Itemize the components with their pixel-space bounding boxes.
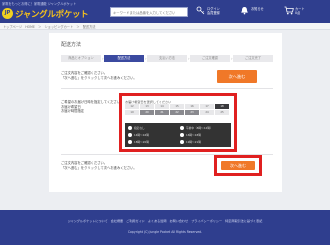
- date-cell-selected[interactable]: 18: [215, 104, 229, 109]
- time-option-label: 14時〜16時: [134, 133, 149, 137]
- datepicker-calendar: 12 13 14 15 16 17 18 19 20 21 22 23 24 2…: [125, 104, 231, 122]
- delivery-datepicker: お届け希望日を選択してください 12 13 14 15 16 17 18 19 …: [119, 93, 237, 152]
- radio-icon[interactable]: [128, 140, 132, 144]
- date-cell[interactable]: 24: [200, 110, 214, 115]
- site-header: 家電をもっとお得に！家電通販 ジャングルポケット JP ジャングルポケット キー…: [0, 0, 330, 24]
- date-cell[interactable]: 17: [200, 104, 214, 109]
- cart-count: 0点: [295, 11, 301, 16]
- step-item: 商品とオプション: [61, 55, 101, 62]
- search-box[interactable]: キーワードまたは品番を入力してください: [110, 7, 188, 24]
- step-item: 支払い方法: [147, 55, 187, 62]
- page: 家電をもっとお得に！家電通販 ジャングルポケット JP ジャングルポケット キー…: [0, 0, 330, 245]
- key-icon: [196, 6, 205, 15]
- divider: [61, 88, 273, 89]
- time-option-label: 18時〜20時: [134, 140, 149, 144]
- checkout-steps: 商品とオプション › 配送方法 › 支払い方法 › ご注文確認 › ご注文完了: [61, 55, 273, 63]
- cart-icon: [284, 6, 294, 15]
- date-cell[interactable]: 16: [185, 104, 199, 109]
- section2-line: お届け希望日: [61, 104, 81, 109]
- next-button-bottom[interactable]: 次へ進む: [221, 161, 255, 170]
- footer-links[interactable]: ジャングルポケットについて 会社概要 ご利用ガイド よくある質問 お問い合わせ …: [0, 218, 330, 223]
- section3-line: 「次へ進む」をクリックして次へお進みください。: [61, 165, 137, 170]
- search-icon[interactable]: [177, 9, 186, 24]
- site-footer: ジャングルポケットについて 会社概要 ご利用ガイド よくある質問 お問い合わせ …: [0, 210, 330, 245]
- time-option[interactable]: 14時〜16時: [128, 132, 178, 138]
- header-nav-label: お知らせ: [251, 7, 264, 11]
- time-option-label: 午前中（8時〜12時）: [186, 126, 213, 130]
- time-option[interactable]: 19時〜21時: [180, 139, 230, 145]
- section1-line: 「次へ進む」をクリックして次へお進みください。: [61, 75, 137, 80]
- page-title: 配送方法: [61, 42, 82, 48]
- next-button-top[interactable]: 次へ進む: [217, 70, 257, 83]
- date-cell[interactable]: 21: [155, 110, 169, 115]
- header-nav-login[interactable]: ログイン 会員登録: [196, 5, 236, 19]
- time-option-label: 16時〜18時: [186, 133, 201, 137]
- section2-line: お届け時間指定: [61, 109, 85, 114]
- copyright: Copyright (C) Jungle Pocket All Rights R…: [127, 230, 203, 234]
- radio-icon[interactable]: [128, 133, 132, 137]
- date-cell[interactable]: 20: [140, 110, 154, 115]
- section1-text: ご注文内容をご確認ください。 「次へ進む」をクリックして次へお進みください。: [61, 71, 137, 80]
- next-button-highlight: 次へ進む: [214, 155, 262, 176]
- time-option-label: 指定なし: [134, 126, 145, 130]
- date-cell[interactable]: 15: [170, 104, 184, 109]
- breadcrumb-bar: トップページ HOME ＞ ショッピングカート ＞ 配送方法: [0, 23, 330, 30]
- date-cell[interactable]: 12: [125, 104, 139, 109]
- time-option[interactable]: 18時〜20時: [128, 139, 178, 145]
- breadcrumb[interactable]: トップページ HOME ＞ ショッピングカート ＞ 配送方法: [3, 24, 95, 29]
- section1-line: ご注文内容をご確認ください。: [61, 71, 108, 75]
- radio-icon[interactable]: [128, 126, 132, 130]
- time-option-label: 19時〜21時: [186, 140, 201, 144]
- section2-text: ご希望のお届け日時を指定してください。 お届け希望日 お届け時間指定: [61, 100, 123, 114]
- date-cell[interactable]: 22: [170, 110, 184, 115]
- logo-text: ジャングルポケット: [15, 10, 89, 20]
- date-cell[interactable]: 13: [140, 104, 154, 109]
- date-cell[interactable]: 19: [125, 110, 139, 115]
- section3-line: ご注文内容をご確認ください。: [61, 161, 108, 165]
- radio-icon[interactable]: [180, 133, 184, 137]
- site-tagline: 家電をもっとお得に！家電通販 ジャングルポケット: [2, 2, 77, 6]
- time-option[interactable]: 16時〜18時: [180, 132, 230, 138]
- search-input[interactable]: キーワードまたは品番を入力してください: [113, 10, 175, 15]
- header-nav-news[interactable]: お知らせ: [240, 5, 278, 19]
- header-nav-cart[interactable]: カート 0点: [284, 5, 324, 19]
- delivery-time-options: 指定なし 午前中（8時〜12時） 14時〜16時 16時〜18時 18時〜20時: [125, 123, 231, 147]
- bell-icon: [241, 7, 248, 15]
- radio-icon[interactable]: [180, 140, 184, 144]
- section2-line: ご希望のお届け日時を指定してください。: [61, 100, 124, 104]
- radio-icon[interactable]: [180, 126, 184, 130]
- date-cell[interactable]: 25: [215, 110, 229, 115]
- site-logo[interactable]: JP ジャングルポケット: [2, 7, 89, 20]
- date-cell[interactable]: 14: [155, 104, 169, 109]
- checkout-panel: 配送方法 商品とオプション › 配送方法 › 支払い方法 › ご注文確認 › ご…: [49, 33, 282, 192]
- time-option[interactable]: 午前中（8時〜12時）: [180, 125, 230, 131]
- step-item: ご注文完了: [233, 55, 273, 62]
- section3-text: ご注文内容をご確認ください。 「次へ進む」をクリックして次へお進みください。: [61, 161, 137, 170]
- header-nav-sub: 会員登録: [207, 11, 220, 16]
- time-option[interactable]: 指定なし: [128, 125, 178, 131]
- logo-mark: JP: [2, 8, 13, 19]
- step-item: ご注文確認: [190, 55, 230, 62]
- date-cell[interactable]: 23: [185, 110, 199, 115]
- step-item-active: 配送方法: [104, 55, 144, 62]
